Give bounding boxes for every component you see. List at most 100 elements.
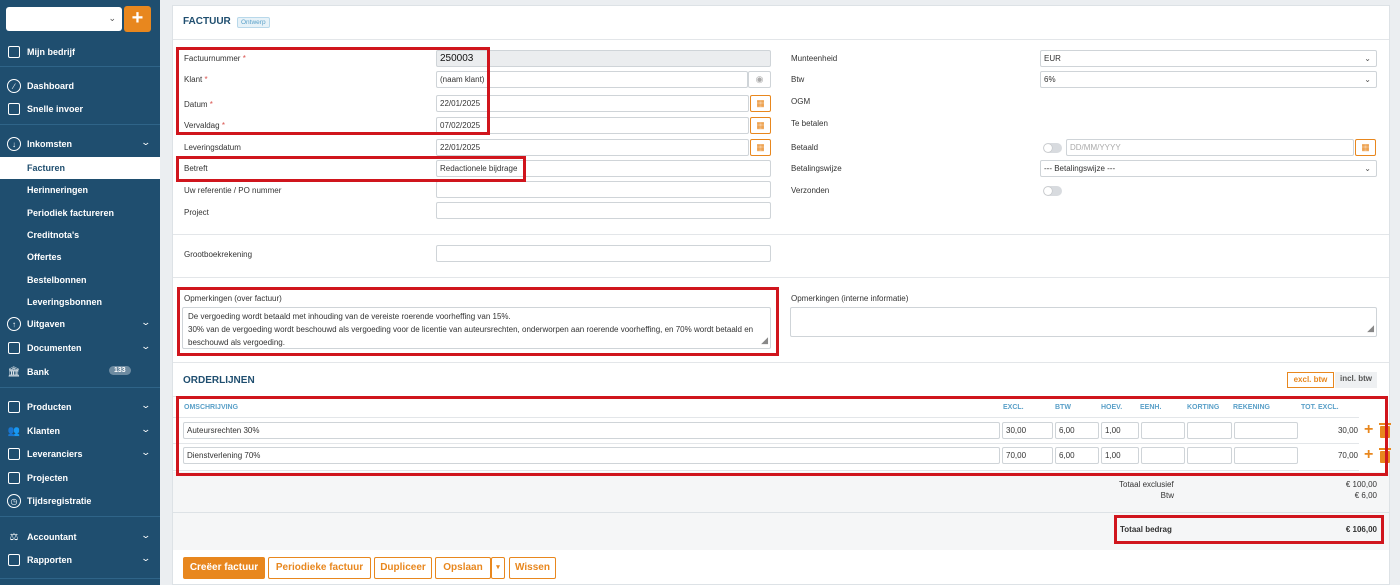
arrow-down-circle-icon: ↓ [7,137,21,151]
sidebar-item-snelle-invoer[interactable]: Snelle invoer [0,98,160,120]
opm-intern-label: Opmerkingen (interne informatie) [791,294,909,303]
sidebar-item-label: Offertes [27,252,62,262]
eye-icon[interactable]: ◉ [748,71,771,88]
sidebar-item-projecten[interactable]: Projecten [0,467,160,489]
bank-icon: 🏛 [7,366,21,378]
sidebar-item-dashboard[interactable]: ∕ Dashboard [0,75,160,97]
excl-btw-toggle[interactable]: excl. btw [1287,372,1334,388]
sidebar-item-klanten[interactable]: 👥 Klanten ⌄ [0,420,160,442]
documents-icon [8,342,20,354]
sidebar-item-offertes[interactable]: Offertes [0,246,160,268]
chevron-down-icon: ⌄ [1364,75,1371,84]
sidebar-item-label: Projecten [27,473,69,483]
sidebar-item-mijn-bedrijf[interactable]: Mijn bedrijf [0,41,160,63]
sidebar-item-facturen[interactable]: Facturen [0,157,160,179]
leveringsdatum-label: Leveringsdatum [184,143,241,152]
referentie-field[interactable] [436,181,771,198]
project-field[interactable] [436,202,771,219]
sidebar-item-periodiek[interactable]: Periodiek factureren [0,202,160,224]
chevron-down-icon: ⌄ [140,424,152,434]
opm-intern-textarea[interactable]: ◢ [790,307,1377,337]
resize-handle-icon[interactable]: ◢ [1367,322,1374,335]
sidebar-item-label: Dashboard [27,81,75,91]
sidebar: ⌄ + Mijn bedrijf ∕ Dashboard Snelle invoe… [0,0,160,585]
company-select[interactable]: ⌄ [6,7,122,31]
opslaan-button[interactable]: Opslaan [435,557,491,579]
divider [173,277,1389,278]
sidebar-item-leveranciers[interactable]: Leveranciers ⌄ [0,443,160,465]
sidebar-item-leveringsbonnen[interactable]: Leveringsbonnen [0,291,160,313]
calendar-icon[interactable]: ▦ [750,95,771,112]
sidebar-item-label: Accountant [27,532,77,542]
totaal-exclusief-label: Totaal exclusief [1119,480,1174,489]
grootboek-field[interactable] [436,245,771,262]
chevron-down-icon: ⌄ [1364,54,1371,63]
sidebar-item-label: Facturen [27,163,66,173]
dupliceer-button[interactable]: Dupliceer [374,557,432,579]
sidebar-item-inkomsten[interactable]: ↓ Inkomsten ⌄ [0,133,160,155]
calendar-icon[interactable]: ▦ [1355,139,1376,156]
betaald-toggle[interactable] [1043,143,1062,153]
divider [0,516,160,517]
verzonden-label: Verzonden [791,186,830,195]
box-icon [8,401,20,413]
arrow-up-circle-icon: ↑ [7,317,21,331]
wissen-button[interactable]: Wissen [509,557,556,579]
sidebar-item-label: Rapporten [27,555,72,565]
sidebar-item-herinneringen[interactable]: Herinneringen [0,179,160,201]
report-icon [8,554,20,566]
divider [173,362,1389,363]
sidebar-item-producten[interactable]: Producten ⌄ [0,396,160,418]
btw-total-label: Btw [1160,491,1174,500]
accountant-icon: ⚖ [9,531,19,543]
add-button[interactable]: + [124,6,151,32]
bank-count-badge: 133 [109,366,131,375]
divider [0,124,160,125]
divider [173,39,1389,40]
sidebar-item-creditnotas[interactable]: Creditnota's [0,224,160,246]
btw-select[interactable]: 6% ⌄ [1040,71,1377,88]
highlight-box [176,396,1388,476]
select-value: 6% [1044,75,1056,84]
opslaan-dropdown-icon[interactable]: ▾ [491,557,505,579]
sidebar-item-rapporten[interactable]: Rapporten ⌄ [0,549,160,571]
grootboek-label: Grootboekrekening [184,250,253,259]
calendar-icon[interactable]: ▦ [750,117,771,134]
select-value: EUR [1044,54,1061,63]
highlight-box [177,287,779,356]
sidebar-item-label: Mijn bedrijf [27,47,75,57]
chevron-down-icon: ⌄ [140,341,152,351]
sidebar-item-bestelbonnen[interactable]: Bestelbonnen [0,269,160,291]
betaald-date-field[interactable]: DD/MM/YYYY [1066,139,1354,156]
incl-btw-toggle[interactable]: incl. btw [1335,372,1377,388]
sidebar-item-documenten[interactable]: Documenten ⌄ [0,337,160,359]
calendar-icon[interactable]: ▦ [750,139,771,156]
leveringsdatum-field[interactable]: 22/01/2025 [436,139,749,156]
divider [0,66,160,67]
sidebar-item-label: Creditnota's [27,230,80,240]
sidebar-item-label: Herinneringen [27,185,89,195]
sidebar-item-label: Snelle invoer [27,104,84,114]
users-icon: 👥 [7,425,21,437]
totaal-exclusief-value: € 100,00 [1345,480,1377,489]
sidebar-item-label: Periodiek factureren [27,208,115,218]
sidebar-item-uitgaven[interactable]: ↑ Uitgaven ⌄ [0,313,160,335]
project-label: Project [184,208,209,217]
divider [0,578,160,579]
sidebar-item-accountant[interactable]: ⚖ Accountant ⌄ [0,526,160,548]
periodieke-factuur-button[interactable]: Periodieke factuur [268,557,371,579]
creeer-factuur-button[interactable]: Creëer factuur [183,557,265,579]
sidebar-item-label: Uitgaven [27,319,66,329]
divider [0,387,160,388]
chevron-down-icon: ⌄ [1364,164,1371,173]
sidebar-item-label: Leveringsbonnen [27,297,103,307]
camera-icon [8,103,20,115]
store-icon [8,448,20,460]
btw-total-value: € 6,00 [1354,491,1377,500]
folder-icon [8,472,20,484]
sidebar-item-tijdsregistratie[interactable]: ◷ Tijdsregistratie [0,490,160,512]
verzonden-toggle[interactable] [1043,186,1062,196]
sidebar-item-bank[interactable]: 🏛 Bank 133 [0,361,160,383]
munteenheid-select[interactable]: EUR ⌄ [1040,50,1377,67]
betalingswijze-select[interactable]: --- Betalingswijze --- ⌄ [1040,160,1377,177]
